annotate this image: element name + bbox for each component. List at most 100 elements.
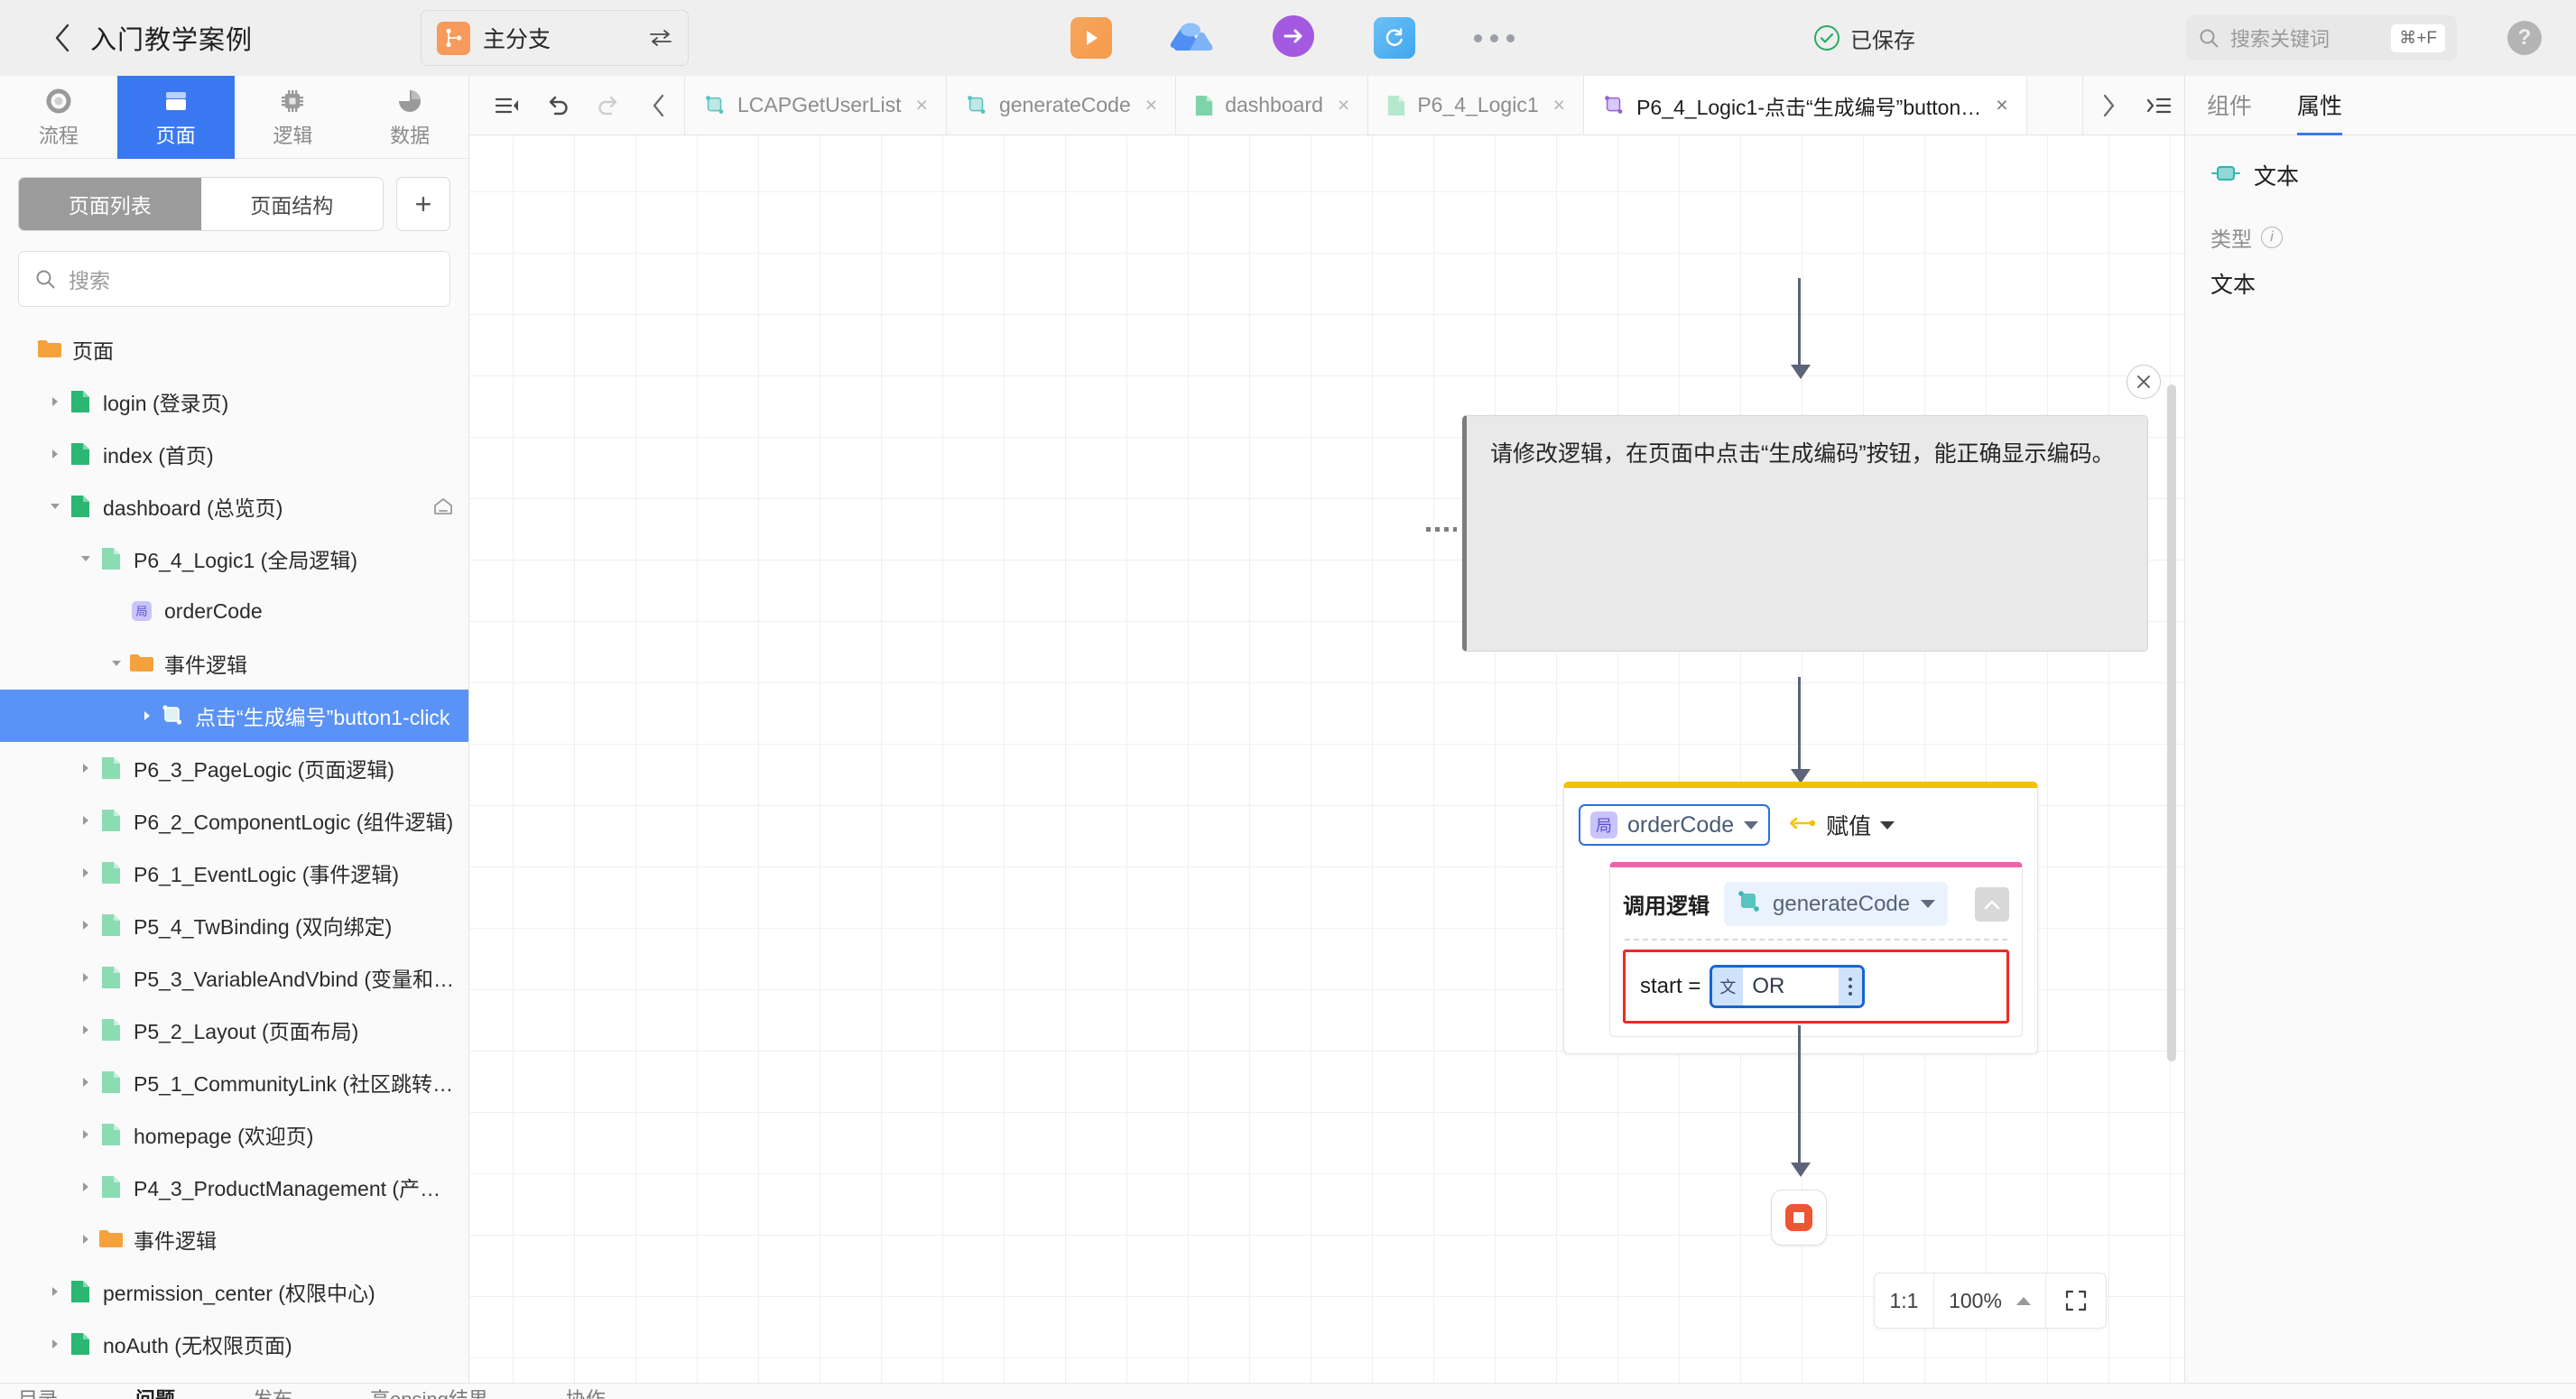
publish-button[interactable] [1272, 14, 1315, 60]
tabs-scroll-right-button[interactable] [2083, 76, 2134, 135]
tree-item[interactable]: login (登录页) [0, 375, 468, 428]
sidebar-nav-data[interactable]: 数据 [351, 76, 468, 159]
status-bar-item[interactable]: 高ensing结果 [370, 1384, 488, 1399]
tree-item[interactable]: index (首页) [0, 428, 468, 480]
sync-button[interactable] [1373, 16, 1416, 60]
editor-tab[interactable]: LCAPGetUserList × [685, 76, 947, 134]
chevron-right-icon[interactable] [74, 1024, 97, 1036]
chevron-right-icon[interactable] [74, 1233, 97, 1246]
page-view-segmented: 页面列表 页面结构 [18, 177, 384, 231]
info-icon[interactable]: i [2261, 227, 2283, 248]
cloud-deploy-button[interactable] [1170, 16, 1214, 60]
tree-item[interactable]: 局 orderCode [0, 585, 468, 637]
chevron-down-icon[interactable] [74, 553, 97, 564]
tree-item[interactable]: homepage (欢迎页) [0, 1108, 468, 1161]
page-light-icon [97, 1174, 125, 1200]
global-search-input[interactable]: 搜索关键词 ⌘+F [2186, 15, 2457, 60]
collapse-params-button[interactable] [1975, 886, 2009, 922]
chevron-right-icon[interactable] [43, 448, 67, 460]
chevron-right-icon[interactable] [43, 395, 67, 408]
tree-item[interactable]: P6_3_PageLogic (页面逻辑) [0, 742, 468, 794]
assign-node[interactable]: 局 orderCode 赋值 调用逻辑 generateCode start =… [1563, 782, 2038, 1054]
sidebar-nav-logic[interactable]: 逻辑 [235, 76, 352, 159]
status-bar-item[interactable]: 发布 [253, 1384, 292, 1399]
tab-components[interactable]: 组件 [2207, 76, 2252, 135]
segment-page-list[interactable]: 页面列表 [19, 178, 201, 230]
close-icon[interactable]: × [916, 93, 928, 117]
chevron-right-icon[interactable] [74, 1181, 97, 1193]
collapse-panel-icon[interactable] [482, 76, 533, 135]
undo-button[interactable] [533, 76, 583, 135]
canvas-vertical-scrollbar[interactable] [2167, 384, 2176, 1061]
home-page-icon[interactable] [432, 496, 459, 516]
branch-selector[interactable]: 主分支 [421, 10, 690, 66]
editor-tab-active[interactable]: P6_4_Logic1-点击“生成编号”button… × [1584, 76, 2027, 134]
status-bar-item[interactable]: 协作 [566, 1384, 606, 1399]
tree-item[interactable]: P5_1_CommunityLink (社区跳转页面) [0, 1056, 468, 1108]
comment-text[interactable]: 请修改逻辑，在页面中点击“生成编码”按钮，能正确显示编码。 [1462, 415, 2148, 652]
status-bar-item[interactable]: 问题 [135, 1384, 175, 1399]
logic-icon [159, 703, 186, 728]
tree-item[interactable]: 事件逻辑 [0, 637, 468, 690]
tree-item[interactable]: P4_3_ProductManagement (产品管理) [0, 1161, 468, 1213]
chevron-down-icon[interactable] [105, 658, 128, 669]
add-page-button[interactable]: + [396, 177, 450, 231]
tree-item[interactable]: P6_2_ComponentLogic (组件逻辑) [0, 794, 468, 847]
editor-tab[interactable]: dashboard × [1176, 76, 1369, 134]
zoom-reset-button[interactable]: 1:1 [1875, 1274, 1934, 1328]
sidebar-search-input[interactable]: 搜索 [18, 251, 450, 307]
call-logic-selector[interactable]: generateCode [1724, 882, 1949, 926]
chevron-right-icon[interactable] [74, 919, 97, 931]
tree-item[interactable]: 页面 [0, 323, 468, 375]
sidebar-nav-logic-label: 逻辑 [273, 125, 313, 147]
vertical-dots-icon[interactable] [1839, 968, 1863, 1005]
swap-icon[interactable] [649, 29, 672, 47]
chevron-right-icon[interactable] [74, 762, 97, 774]
sidebar-nav-page[interactable]: 页面 [116, 76, 235, 159]
editor-tab[interactable]: P6_4_Logic1 × [1368, 76, 1585, 134]
tree-item[interactable]: noAuth (无权限页面) [0, 1318, 468, 1370]
tree-item-selected[interactable]: 点击“生成编号”button1-click [0, 690, 468, 742]
tab-properties[interactable]: 属性 [2297, 76, 2343, 135]
chevron-right-icon[interactable] [43, 1338, 67, 1350]
tree-item[interactable]: 事件逻辑 [0, 1213, 468, 1265]
chevron-right-icon[interactable] [43, 1285, 67, 1298]
chevron-right-icon[interactable] [74, 1076, 97, 1089]
fit-screen-button[interactable] [2046, 1274, 2106, 1328]
chevron-right-icon[interactable] [74, 814, 97, 827]
logic-canvas[interactable]: 请修改逻辑，在页面中点击“生成编码”按钮，能正确显示编码。 局 orderCod… [469, 135, 2184, 1399]
chevron-right-icon[interactable] [135, 709, 159, 722]
tree-item[interactable]: permission_center (权限中心) [0, 1265, 468, 1318]
close-icon[interactable]: × [1145, 93, 1157, 117]
close-icon[interactable] [2127, 365, 2161, 399]
run-preview-button[interactable] [1070, 16, 1113, 60]
editor-tab[interactable]: generateCode × [946, 76, 1177, 134]
param-value-input[interactable]: 文 OR [1710, 965, 1866, 1008]
more-actions-button[interactable] [1474, 33, 1515, 42]
variable-selector[interactable]: 局 orderCode [1579, 804, 1771, 846]
tree-item[interactable]: P5_4_TwBinding (双向绑定) [0, 899, 468, 951]
chevron-right-icon[interactable] [74, 1128, 97, 1141]
tree-item[interactable]: P6_1_EventLogic (事件逻辑) [0, 847, 468, 899]
end-node[interactable] [1771, 1190, 1827, 1246]
global-var-icon: 局 [128, 598, 155, 624]
close-icon[interactable]: × [1996, 93, 2007, 117]
close-icon[interactable]: × [1338, 93, 1349, 117]
chevron-right-icon[interactable] [74, 866, 97, 879]
tree-item[interactable]: dashboard (总览页) [0, 480, 468, 533]
back-button[interactable] [47, 23, 78, 53]
tab-list-icon[interactable] [2134, 76, 2184, 135]
assign-operator-selector[interactable]: 赋值 [1786, 809, 1895, 841]
tree-item[interactable]: P5_2_Layout (页面布局) [0, 1004, 468, 1056]
chevron-down-icon[interactable] [43, 501, 67, 512]
sidebar-nav-flow[interactable]: 流程 [0, 76, 117, 159]
help-button[interactable]: ? [2507, 21, 2542, 55]
chevron-right-icon[interactable] [74, 971, 97, 984]
close-icon[interactable]: × [1553, 93, 1565, 117]
status-bar-item[interactable]: 目录 [18, 1384, 58, 1399]
tabs-scroll-left-button[interactable] [634, 76, 684, 135]
tree-item[interactable]: P6_4_Logic1 (全局逻辑) [0, 533, 468, 585]
segment-page-structure[interactable]: 页面结构 [200, 178, 383, 230]
tree-item[interactable]: P5_3_VariableAndVbind (变量和动态绑定) [0, 951, 468, 1004]
zoom-level-selector[interactable]: 100% [1934, 1274, 2046, 1328]
